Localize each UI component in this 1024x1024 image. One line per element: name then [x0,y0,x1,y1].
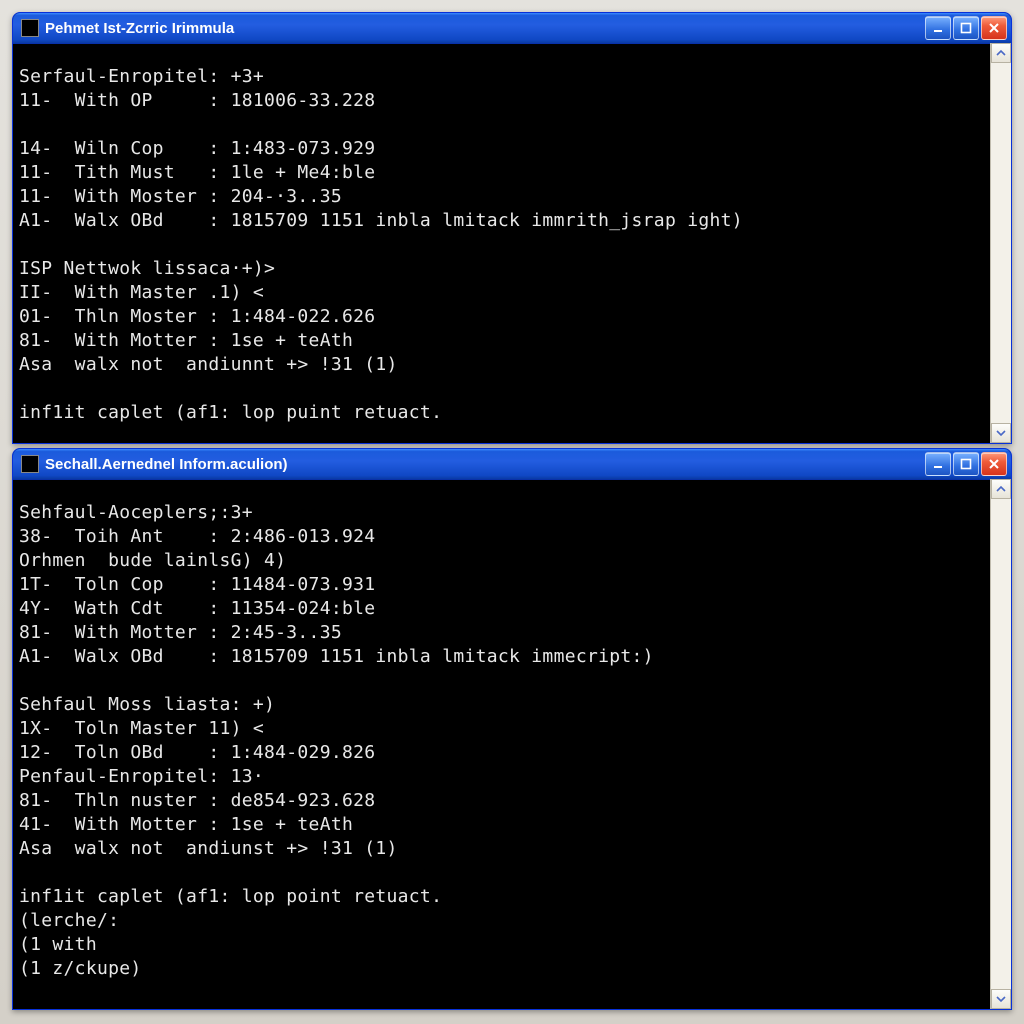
chevron-down-icon [996,994,1006,1004]
titlebar-1[interactable]: Pehmet Ist-Zcrric Irimmula [13,13,1011,44]
window-title-1: Pehmet Ist-Zcrric Irimmula [45,20,925,37]
chevron-up-icon [996,48,1006,58]
maximize-button[interactable] [953,16,979,40]
console-window-2: Sechall.Aernednel Inform.aculion) Sehfau… [12,448,1012,1010]
window-title-2: Sechall.Aernednel Inform.aculion) [45,456,925,473]
console-output-2[interactable]: Sehfaul-Aoceplers;:3+ 38- Toih Ant : 2:4… [13,497,990,991]
desktop: Pehmet Ist-Zcrric Irimmula Serfaul-Enrop… [0,0,1024,1024]
console-output-1[interactable]: Serfaul-Enropitel: +3+ 11- With OP : 181… [13,61,990,425]
close-button[interactable] [981,16,1007,40]
app-icon [21,19,39,37]
app-icon [21,455,39,473]
close-icon [988,22,1000,34]
minimize-button[interactable] [925,452,951,476]
scroll-up-button[interactable] [991,479,1011,499]
scroll-track[interactable] [991,63,1011,423]
close-button[interactable] [981,452,1007,476]
minimize-icon [932,22,944,34]
chevron-up-icon [996,484,1006,494]
window-controls-1 [925,16,1007,40]
titlebar-2[interactable]: Sechall.Aernednel Inform.aculion) [13,449,1011,480]
scroll-down-button[interactable] [991,423,1011,443]
minimize-button[interactable] [925,16,951,40]
console-window-1: Pehmet Ist-Zcrric Irimmula Serfaul-Enrop… [12,12,1012,444]
vertical-scrollbar-1[interactable] [990,43,1011,443]
maximize-icon [960,22,972,34]
chevron-down-icon [996,428,1006,438]
scroll-up-button[interactable] [991,43,1011,63]
client-area-1: Serfaul-Enropitel: +3+ 11- With OP : 181… [13,43,1011,443]
scroll-down-button[interactable] [991,989,1011,1009]
minimize-icon [932,458,944,470]
maximize-icon [960,458,972,470]
scroll-track[interactable] [991,499,1011,989]
window-controls-2 [925,452,1007,476]
maximize-button[interactable] [953,452,979,476]
close-icon [988,458,1000,470]
vertical-scrollbar-2[interactable] [990,479,1011,1009]
client-area-2: Sehfaul-Aoceplers;:3+ 38- Toih Ant : 2:4… [13,479,1011,1009]
